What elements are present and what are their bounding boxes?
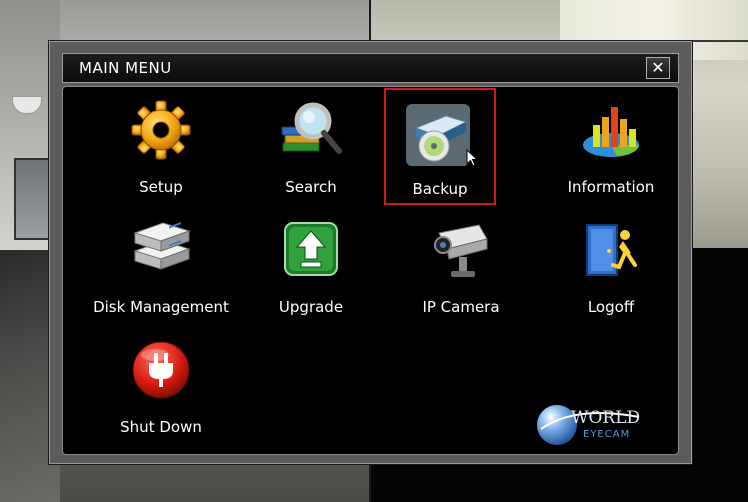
menu-item-logoff[interactable]: Logoff — [536, 207, 686, 319]
globe-logo-icon: WORLD EYECAM — [537, 405, 640, 445]
exit-door-icon — [586, 224, 637, 276]
monitor-image — [14, 158, 54, 240]
menu-item-label: Shut Down — [120, 418, 202, 436]
menu-panel: Setup Search Backup Information Disk Man… — [62, 86, 679, 455]
bar-pie-chart-icon — [583, 107, 639, 157]
mouse-pointer-icon — [466, 149, 478, 167]
main-menu-dialog: MAIN MENU ✕ Setup Search Backup Informat… — [49, 41, 692, 464]
menu-item-upgrade[interactable]: Upgrade — [236, 207, 386, 319]
menu-item-setup[interactable]: Setup — [86, 87, 236, 199]
dialog-titlebar: MAIN MENU ✕ — [62, 53, 679, 83]
close-icon: ✕ — [651, 58, 665, 77]
menu-item-label: Information — [567, 178, 655, 196]
logo-text-world: WORLD — [571, 408, 640, 428]
magnifier-books-icon — [281, 102, 342, 154]
power-plug-icon — [132, 341, 190, 399]
logo-text-eyecam: EYECAM — [583, 429, 630, 440]
upload-arrow-icon — [284, 222, 338, 276]
menu-item-label: Search — [285, 178, 337, 196]
menu-item-backup[interactable]: Backup — [384, 88, 496, 205]
dialog-title: MAIN MENU — [79, 59, 172, 77]
close-button[interactable]: ✕ — [646, 57, 670, 79]
world-eyecam-logo: WORLD EYECAM — [535, 399, 645, 451]
menu-item-label: Backup — [412, 180, 468, 198]
menu-item-disk-management[interactable]: Disk Management — [86, 207, 236, 319]
gear-icon — [131, 100, 191, 160]
menu-item-ip-camera[interactable]: IP Camera — [386, 207, 536, 319]
menu-item-information[interactable]: Information — [536, 87, 686, 199]
menu-item-label: Setup — [139, 178, 183, 196]
menu-item-label: Logoff — [587, 298, 635, 316]
hard-disk-icon — [133, 222, 191, 270]
menu-item-label: Upgrade — [278, 298, 344, 316]
menu-item-search[interactable]: Search — [236, 87, 386, 199]
security-camera-icon — [434, 224, 488, 277]
disc-drive-icon — [406, 104, 470, 166]
menu-item-shut-down[interactable]: Shut Down — [86, 327, 236, 439]
menu-item-label: IP Camera — [422, 298, 500, 316]
menu-item-label: Disk Management — [93, 298, 229, 316]
